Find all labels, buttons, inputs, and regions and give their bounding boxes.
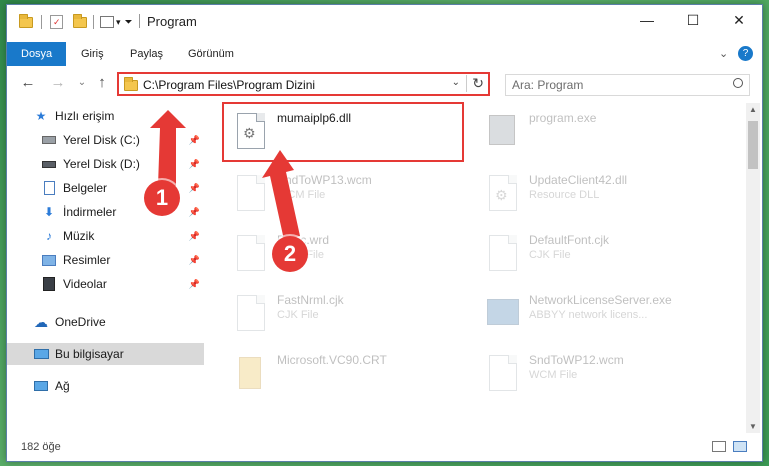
step-badge-2: 2 [272,236,308,272]
arrow-up-icon [262,150,300,240]
arrow-up-icon [150,110,186,186]
annotation-arrows [150,110,300,240]
step-badge-1: 1 [144,180,180,216]
